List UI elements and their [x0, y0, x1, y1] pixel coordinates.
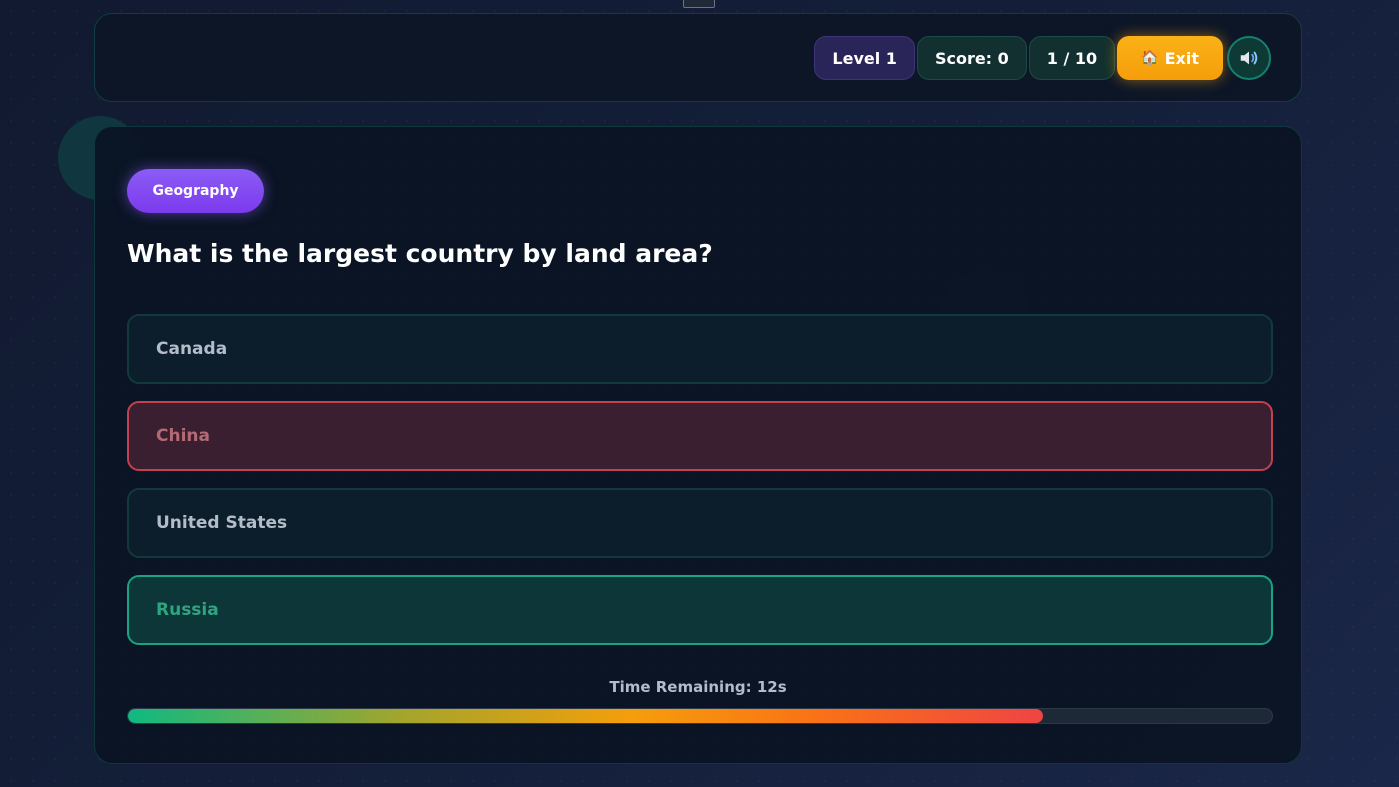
timer-progress-fill	[128, 709, 1044, 723]
answer-label: Russia	[156, 600, 219, 620]
question-text: What is the largest country by land area…	[127, 239, 713, 268]
answer-option-china[interactable]: China	[127, 401, 1273, 471]
answer-option-united-states[interactable]: United States	[127, 488, 1273, 558]
question-counter: 1 / 10	[1028, 36, 1116, 80]
answer-option-russia[interactable]: Russia	[127, 575, 1273, 645]
exit-button-label: Exit	[1164, 48, 1199, 68]
answer-label: United States	[156, 513, 288, 533]
home-icon: 🏠	[1141, 50, 1159, 66]
category-badge: Geography	[127, 169, 264, 213]
answer-option-canada[interactable]: Canada	[127, 314, 1273, 384]
quiz-card: Geography What is the largest country by…	[94, 126, 1302, 764]
game-header: Level 1 Score: 0 1 / 10 🏠 Exit	[94, 13, 1302, 102]
answer-list: Canada China United States Russia	[127, 314, 1273, 662]
timer-label: Time Remaining: 12s	[609, 678, 787, 696]
exit-button[interactable]: 🏠 Exit	[1117, 36, 1223, 80]
answer-label: Canada	[156, 339, 228, 359]
header-controls: Level 1 Score: 0 1 / 10 🏠 Exit	[814, 36, 1271, 80]
top-handle	[683, 0, 715, 8]
timer-progress-bar	[127, 708, 1273, 724]
answer-label: China	[156, 426, 210, 446]
sound-toggle-button[interactable]	[1227, 36, 1271, 80]
level-badge: Level 1	[814, 36, 915, 80]
speaker-icon	[1240, 51, 1258, 65]
score-badge: Score: 0	[916, 36, 1027, 80]
